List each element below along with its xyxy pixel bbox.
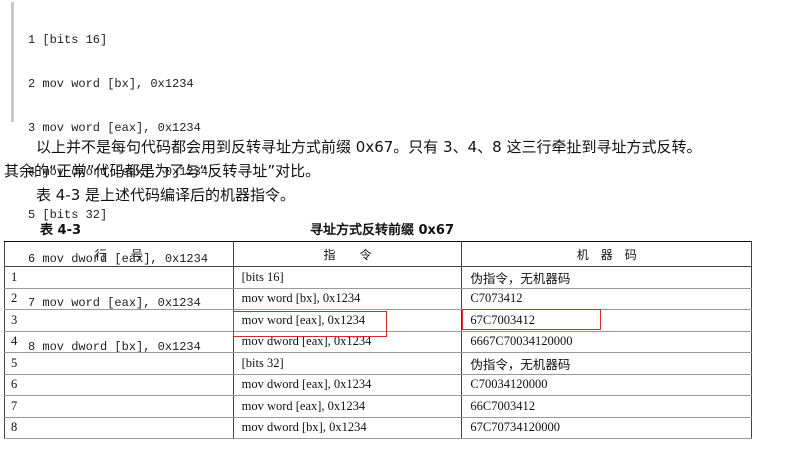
table-title: 寻址方式反转前缀 0x67 xyxy=(309,223,455,238)
code-block-bar xyxy=(11,2,22,122)
cell-instruction: mov word [bx], 0x1234 xyxy=(232,288,463,310)
cell-machine-code: C70034120000 xyxy=(461,374,752,396)
table-row: 3 mov word [eax], 0x1234 67C7003412 xyxy=(4,309,752,332)
cell-instruction: mov dword [eax], 0x1234 xyxy=(232,374,463,396)
cell-machine-code: 66C7003412 xyxy=(461,395,752,418)
cell-instruction: mov word [eax], 0x1234 xyxy=(232,395,463,418)
cell-machine-code: 伪指令，无机器码 xyxy=(461,352,752,375)
cell-line-number: 7 xyxy=(4,395,234,418)
header-line-number: 行 号 xyxy=(4,241,234,267)
table-row: 7 mov word [eax], 0x1234 66C7003412 xyxy=(4,395,752,418)
code-line: 3 mov word [eax], 0x1234 xyxy=(28,120,201,135)
paragraph-line: 表 4-3 是上述代码编译后的机器指令。 xyxy=(36,186,296,204)
table-header-row: 行 号 指 令 机 器 码 xyxy=(4,241,752,267)
cell-line-number: 2 xyxy=(4,288,234,310)
cell-instruction: mov word [eax], 0x1234 xyxy=(232,309,463,332)
cell-instruction: [bits 16] xyxy=(232,266,463,289)
table-number: 表 4-3 xyxy=(40,223,82,238)
cell-machine-code: 67C7003412 xyxy=(461,309,752,332)
cell-instruction: mov dword [eax], 0x1234 xyxy=(232,331,463,353)
table-row: 8 mov dword [bx], 0x1234 67C70734120000 xyxy=(4,417,752,439)
table-row: 6 mov dword [eax], 0x1234 C70034120000 xyxy=(4,374,752,396)
table-row: 5 [bits 32] 伪指令，无机器码 xyxy=(4,352,752,375)
cell-machine-code: 6667C70034120000 xyxy=(461,331,752,353)
cell-line-number: 5 xyxy=(4,352,234,375)
cell-line-number: 4 xyxy=(4,331,234,353)
paragraph-line: 其余的“正常”代码都是为了与“反转寻址”对比。 xyxy=(4,162,321,180)
cell-line-number: 3 xyxy=(4,309,234,332)
cell-machine-code: 伪指令，无机器码 xyxy=(461,266,752,289)
cell-machine-code: 67C70734120000 xyxy=(461,417,752,439)
cell-machine-code: C7073412 xyxy=(461,288,752,310)
machine-code-table: 行 号 指 令 机 器 码 1 [bits 16] 伪指令，无机器码 2 mov… xyxy=(4,241,752,439)
header-machine-code: 机 器 码 xyxy=(461,241,752,267)
header-instruction: 指 令 xyxy=(232,241,463,267)
cell-line-number: 6 xyxy=(4,374,234,396)
cell-line-number: 8 xyxy=(4,417,234,439)
cell-line-number: 1 xyxy=(4,266,234,289)
table-row: 1 [bits 16] 伪指令，无机器码 xyxy=(4,266,752,289)
table-row: 2 mov word [bx], 0x1234 C7073412 xyxy=(4,288,752,310)
cell-instruction: [bits 32] xyxy=(232,352,463,375)
paragraph-line: 以上并不是每句代码都会用到反转寻址方式前缀 0x67。只有 3、4、8 这三行牵… xyxy=(36,138,702,156)
table-row: 4 mov dword [eax], 0x1234 6667C700341200… xyxy=(4,331,752,353)
code-line: 2 mov word [bx], 0x1234 xyxy=(28,76,194,91)
cell-instruction: mov dword [bx], 0x1234 xyxy=(232,417,463,439)
code-line: 1 [bits 16] xyxy=(28,33,108,48)
